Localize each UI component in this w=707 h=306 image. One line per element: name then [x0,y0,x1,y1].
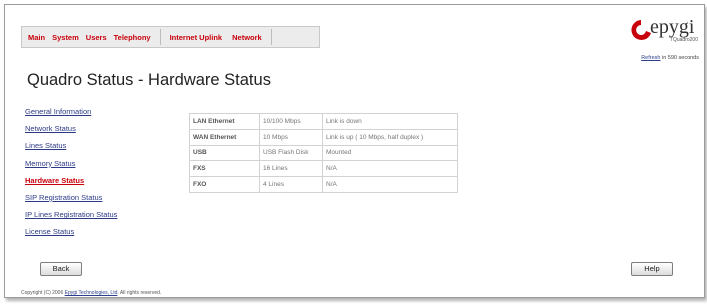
back-button[interactable]: Back [40,262,82,276]
refresh-notice: Refresh in 590 seconds [641,55,699,61]
sidebar-item-sip-registration-status[interactable]: SIP Registration Status [25,193,117,210]
epygi-logo: epygi TQuadro200 [628,16,698,48]
menu-divider [270,29,272,45]
page-title: Quadro Status - Hardware Status [27,71,271,89]
refresh-countdown: in 590 seconds [660,55,699,61]
copyright-prefix: Copyright (C) 2006 [21,290,65,296]
hardware-value: 10 Mbps [259,128,323,146]
table-row: WAN Ethernet 10 Mbps Link is up ( 10 Mbp… [189,128,458,146]
table-row: LAN Ethernet 10/100 Mbps Link is down [189,113,458,130]
hardware-status: N/A [322,176,458,193]
device-model: TQuadro200 [669,37,698,43]
menu-item-telephony[interactable]: Telephony [114,33,151,42]
sidebar-item-memory-status[interactable]: Memory Status [25,159,117,176]
hardware-value: 4 Lines [259,176,323,193]
hardware-name: WAN Ethernet [189,128,260,146]
sidebar-item-hardware-status[interactable]: Hardware Status [25,176,117,193]
hardware-value: 16 Lines [259,160,323,178]
sidebar-item-general-information[interactable]: General Information [25,107,117,124]
logo-wordmark: epygi [650,16,695,38]
hardware-status: Mounted [322,144,458,162]
menu-item-main[interactable]: Main [28,33,45,42]
table-row: USB USB Flash Disk Mounted [189,144,458,162]
sidebar-item-ip-lines-registration-status[interactable]: IP Lines Registration Status [25,210,117,227]
hardware-value: 10/100 Mbps [259,113,323,130]
top-menu-bar: Main System Users Telephony Internet Upl… [21,26,320,48]
hardware-status: Link is up ( 10 Mbps, half duplex ) [322,128,458,146]
menu-item-internet-uplink[interactable]: Internet Uplink [170,33,223,42]
hardware-name: LAN Ethernet [189,113,260,130]
menu-item-network[interactable]: Network [232,33,262,42]
hardware-status: N/A [322,160,458,178]
menu-divider [159,29,161,45]
hardware-name: FXO [189,176,260,193]
hardware-name: USB [189,144,260,162]
copyright-suffix: . All rights reserved. [117,290,162,296]
hardware-status-table: LAN Ethernet 10/100 Mbps Link is down WA… [189,113,458,193]
table-row: FXO 4 Lines N/A [189,176,458,193]
status-sidebar: General Information Network Status Lines… [25,107,117,245]
page-frame: Main System Users Telephony Internet Upl… [4,4,705,298]
table-row: FXS 16 Lines N/A [189,160,458,178]
company-link[interactable]: Epygi Technologies, Ltd [65,290,118,296]
sidebar-item-lines-status[interactable]: Lines Status [25,141,117,158]
hardware-value: USB Flash Disk [259,144,323,162]
menu-item-users[interactable]: Users [86,33,107,42]
hardware-name: FXS [189,160,260,178]
menu-item-system[interactable]: System [52,33,79,42]
sidebar-item-network-status[interactable]: Network Status [25,124,117,141]
copyright-footer: Copyright (C) 2006 Epygi Technologies, L… [21,290,161,296]
sidebar-item-license-status[interactable]: License Status [25,227,117,244]
hardware-status: Link is down [322,113,458,130]
help-button[interactable]: Help [631,262,673,276]
refresh-link[interactable]: Refresh [641,55,660,61]
